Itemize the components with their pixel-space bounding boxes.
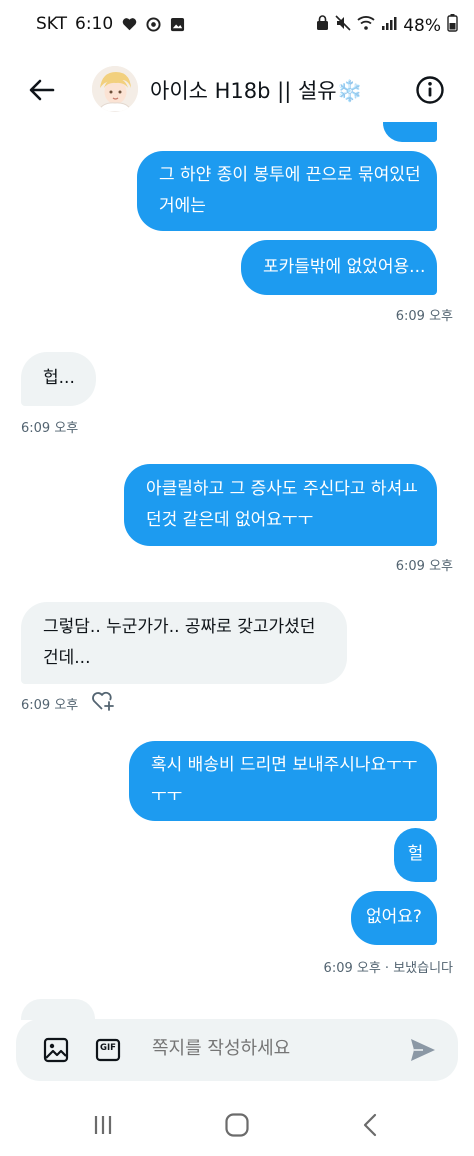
message-timestamp: 6:09 오후 [395,559,453,574]
message-bubble[interactable]: 아클릴하고 그 증사도 주신다고 하셔ㅛ 던것 같은데 없어요ㅜㅜ [124,464,437,546]
message-bubble[interactable]: 헙... [21,352,96,406]
message-bubble[interactable]: 혹시 배송비 드리면 보내주시나요ㅜㅜ ㅜㅜ [129,741,437,821]
conversation-title: 아이소 H18b || 설유❄️ [150,75,363,105]
message-timestamp: 6:09 오후 [21,421,79,436]
snowflake-emoji: ❄️ [336,79,363,103]
message-text: 거에는 [159,196,206,216]
info-icon [416,76,444,104]
message-text: 혹시 배송비 드리면 보내주시나요ㅜㅜ [151,755,418,775]
message-text: 건데... [43,648,91,668]
send-button[interactable] [409,1036,437,1064]
message-text: ㅜㅜ [151,786,183,806]
gif-button[interactable]: GIF [94,1036,122,1064]
message-composer: GIF [16,1019,458,1081]
home-icon [225,1113,249,1137]
message-list[interactable]: 그 하얀 종이 봉투에 끈으로 묶여있던 거에는 포카들밖에 없었어용... 6… [0,0,474,1020]
message-bubble[interactable]: 그 하얀 종이 봉투에 끈으로 묶여있던 거에는 [137,151,437,231]
heart-plus-icon [92,691,114,711]
info-button[interactable] [412,72,448,108]
message-bubble-cut [21,999,95,1020]
image-icon [43,1037,69,1063]
avatar-image [92,66,138,112]
message-timestamp: 6:09 오후 [395,309,453,324]
message-bubble[interactable]: 헐 [394,828,437,882]
message-text: 헙... [43,368,75,388]
gif-label: GIF [100,1043,116,1053]
recents-icon [94,1116,112,1134]
message-text: 그 하얀 종이 봉투에 끈으로 묶여있던 [159,165,421,185]
recent-apps-button[interactable] [83,1110,123,1140]
add-reaction-button[interactable] [91,690,115,712]
message-text: 아클릴하고 그 증사도 주신다고 하셔ㅛ [146,479,418,499]
send-icon [411,1039,435,1061]
message-text: 포카들밖에 없었어용... [263,257,426,277]
media-button[interactable] [42,1036,70,1064]
avatar[interactable] [92,66,138,112]
system-nav-bar [0,1096,474,1156]
message-text: 그렇담.. 누군가가.. 공짜로 갖고가셨던 [43,617,316,637]
message-timestamp: 6:09 오후 · 보냈습니다 [323,961,453,976]
message-bubble[interactable]: 없어요? [351,891,437,945]
message-text: 없어요? [366,907,422,927]
message-bubble[interactable]: 포카들밖에 없었어용... [241,240,437,295]
message-input[interactable] [152,1038,382,1059]
message-text: 던것 같은데 없어요ㅜㅜ [146,510,314,530]
back-arrow-icon [29,79,55,101]
home-button[interactable] [217,1110,257,1140]
title-text: 아이소 H18b || 설유 [150,79,337,103]
message-text: 헐 [407,844,424,864]
back-button[interactable] [24,72,60,108]
system-back-icon [363,1113,377,1137]
message-timestamp: 6:09 오후 [21,698,79,713]
message-bubble[interactable]: 그렇담.. 누군가가.. 공짜로 갖고가셨던 건데... [21,602,347,684]
conversation-header: 아이소 H18b || 설유❄️ [0,56,474,122]
system-back-button[interactable] [350,1110,390,1140]
